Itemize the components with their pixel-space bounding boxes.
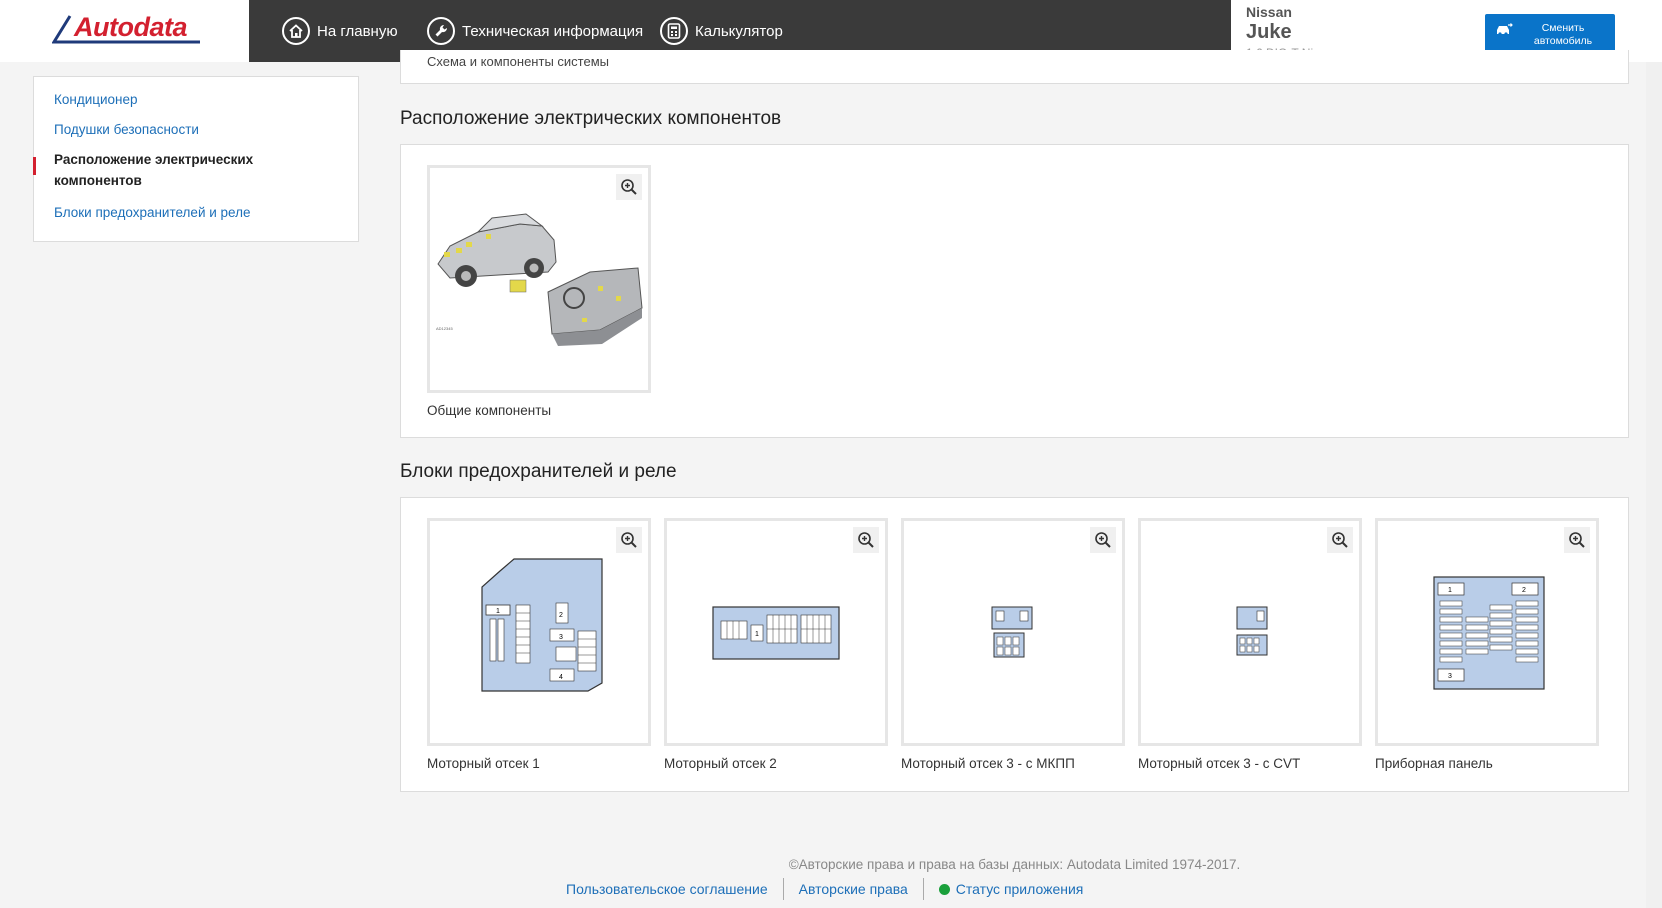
sidebar-item-air-conditioning[interactable]: Кондиционер	[54, 89, 138, 110]
electrical-components-panel: AD12345 Общие компоненты	[400, 144, 1629, 438]
fuses-relays-panel: 1 2 3 4 Моторный отсек 1 1 Моторный отсе…	[400, 497, 1629, 792]
footer-links: Пользовательское соглашение Авторские пр…	[566, 877, 1083, 901]
svg-text:1: 1	[496, 608, 500, 615]
section-title-fuses-relays: Блоки предохранителей и реле	[400, 461, 677, 482]
card-caption[interactable]: Приборная панель	[1375, 756, 1493, 771]
calculator-icon	[660, 17, 688, 45]
previous-section-panel: Схема и компоненты системы	[400, 50, 1629, 84]
app-status-link[interactable]: Статус приложения	[938, 881, 1084, 897]
fuse-box-diagram: 1 2 3	[1433, 576, 1545, 690]
section-title-electrical-components: Расположение электрических компонентов	[400, 108, 782, 129]
thumbnail[interactable]	[901, 518, 1125, 746]
nav-home-label: На главную	[317, 22, 398, 40]
zoom-in-icon[interactable]	[616, 174, 642, 200]
vehicle-model: Juke	[1246, 21, 1292, 43]
svg-text:4: 4	[559, 674, 563, 681]
sidebar: Кондиционер Подушки безопасности Располо…	[33, 76, 359, 242]
nav-calculator-label: Калькулятор	[695, 22, 783, 40]
footer-divider	[782, 878, 784, 900]
footer-copyright: ©Авторские права и права на базы данных:…	[788, 857, 1241, 872]
sidebar-item-fuses-relays[interactable]: Блоки предохранителей и реле	[54, 202, 250, 223]
logo-area: Autodata	[0, 0, 249, 62]
svg-text:1: 1	[1448, 587, 1452, 594]
autodata-logo[interactable]: Autodata	[52, 12, 202, 48]
change-vehicle-label: Сменить автомобиль	[1533, 22, 1593, 47]
sidebar-item-electrical-components[interactable]: Расположение электрических компонентов	[54, 149, 274, 191]
thumbnail[interactable]: 1 2 3 4	[427, 518, 651, 746]
car-swap-icon	[1497, 23, 1513, 36]
svg-text:2: 2	[1522, 587, 1526, 594]
svg-text:3: 3	[1448, 673, 1452, 680]
zoom-in-icon[interactable]	[616, 527, 642, 553]
thumbnail[interactable]: 1 2 3	[1375, 518, 1599, 746]
relay-block-diagram	[1236, 606, 1268, 656]
svg-text:1: 1	[755, 631, 759, 638]
nav-technical-info-label: Техническая информация	[462, 22, 644, 40]
svg-text:AD12345: AD12345	[436, 326, 453, 331]
copyright-link[interactable]: Авторские права	[799, 881, 908, 897]
sidebar-item-airbags[interactable]: Подушки безопасности	[54, 119, 199, 140]
fuse-box-diagram: 1	[712, 606, 840, 660]
terms-link[interactable]: Пользовательское соглашение	[566, 881, 768, 897]
zoom-in-icon[interactable]	[1327, 527, 1353, 553]
app-status-label: Статус приложения	[955, 881, 1084, 897]
logo-text: Autodata	[74, 12, 188, 42]
card-caption[interactable]: Моторный отсек 1	[427, 756, 540, 771]
zoom-in-icon[interactable]	[1090, 527, 1116, 553]
thumbnail[interactable]	[1138, 518, 1362, 746]
thumbnail[interactable]: 1	[664, 518, 888, 746]
page-scrollbar[interactable]	[1646, 62, 1662, 908]
wrench-icon	[427, 17, 455, 45]
vehicle-make: Nissan	[1246, 4, 1292, 20]
car-components-diagram: AD12345	[436, 213, 643, 346]
zoom-in-icon[interactable]	[1564, 527, 1590, 553]
previous-section-caption: Схема и компоненты системы	[427, 54, 609, 69]
card-caption[interactable]: Моторный отсек 3 - с МКПП	[901, 756, 1075, 771]
svg-text:3: 3	[559, 634, 563, 641]
nav-home[interactable]: На главную	[282, 0, 398, 62]
svg-text:2: 2	[559, 612, 563, 619]
zoom-in-icon[interactable]	[853, 527, 879, 553]
status-dot-icon	[938, 884, 950, 895]
home-icon	[282, 17, 310, 45]
card-caption[interactable]: Общие компоненты	[427, 403, 551, 418]
relay-block-diagram	[991, 606, 1033, 658]
fuse-box-diagram: 1 2 3 4	[481, 558, 603, 692]
sidebar-active-indicator	[33, 157, 36, 175]
thumbnail[interactable]: AD12345	[427, 165, 651, 393]
footer-divider	[922, 878, 924, 900]
card-caption[interactable]: Моторный отсек 3 - с CVT	[1138, 756, 1300, 771]
card-caption[interactable]: Моторный отсек 2	[664, 756, 777, 771]
